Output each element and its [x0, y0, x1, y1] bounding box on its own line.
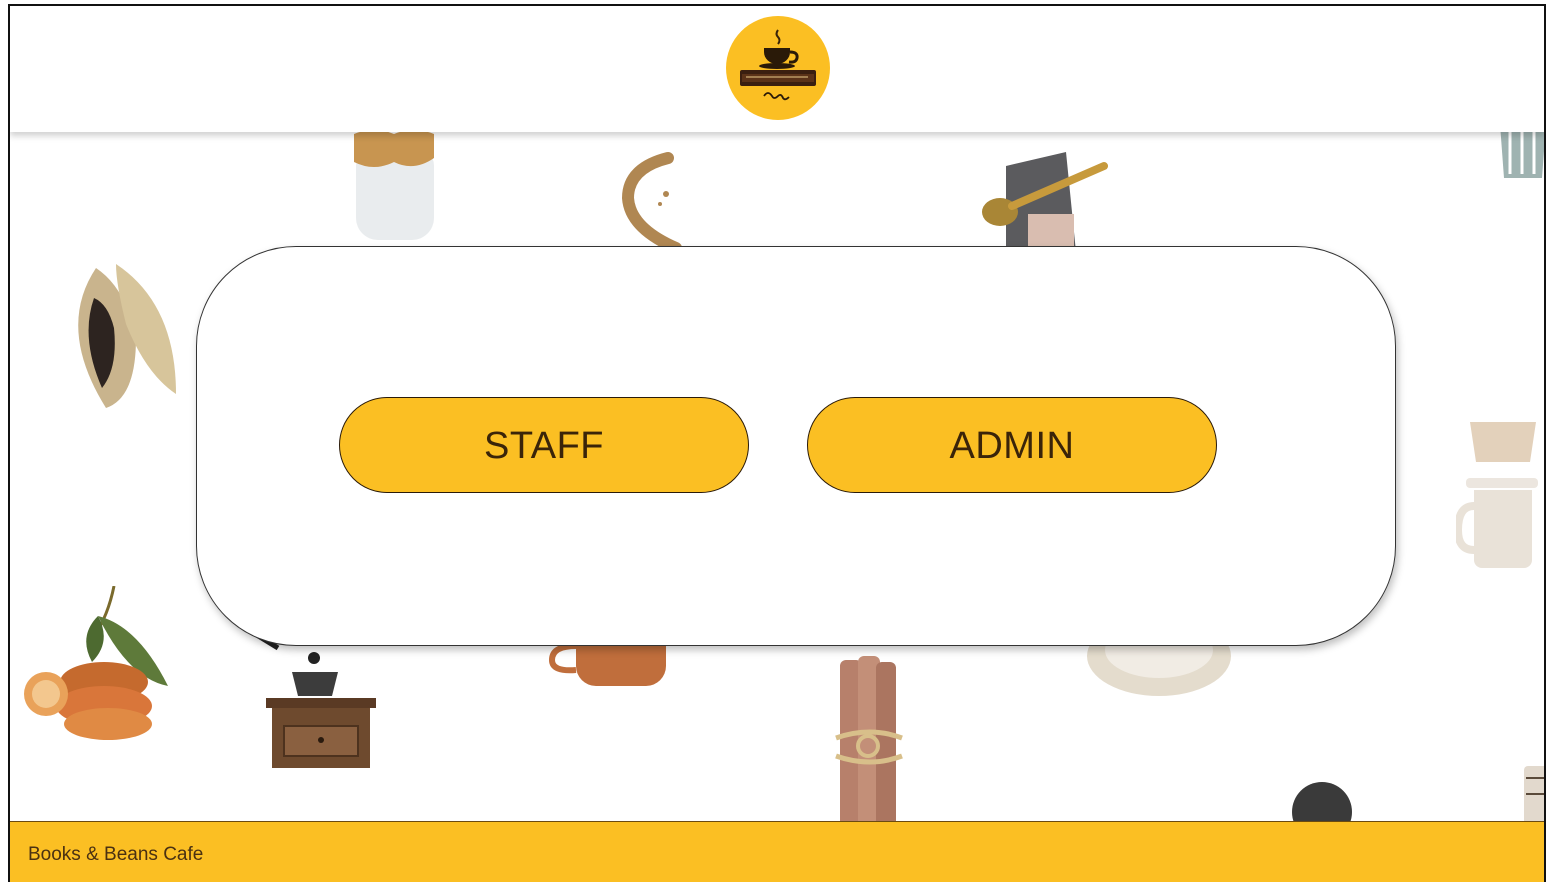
teal-cup-illustration — [1500, 124, 1544, 178]
jar-illustration — [1524, 766, 1544, 830]
stacked-cups-illustration — [1456, 422, 1538, 568]
coffee-splash-illustration — [621, 152, 682, 252]
coffee-bag-scoop-illustration — [982, 152, 1108, 256]
coffee-cup-logo-icon — [740, 29, 816, 101]
milk-jar-illustration — [354, 130, 434, 240]
footer-bar: Books & Beans Cafe — [10, 821, 1544, 882]
cocoa-pod-illustration — [78, 264, 176, 408]
orange-slices-illustration — [24, 586, 168, 740]
footer-cafe-name: Books & Beans Cafe — [28, 844, 204, 865]
cafe-logo[interactable] — [726, 16, 830, 120]
app-window: STAFF ADMIN Books & Beans Cafe — [8, 4, 1546, 882]
header-bar — [10, 6, 1544, 132]
staff-button[interactable]: STAFF — [339, 397, 749, 493]
role-select-card: STAFF ADMIN — [196, 246, 1396, 646]
cinnamon-sticks-illustration — [835, 656, 903, 830]
admin-button[interactable]: ADMIN — [807, 397, 1217, 493]
plate-illustration — [1087, 640, 1231, 696]
